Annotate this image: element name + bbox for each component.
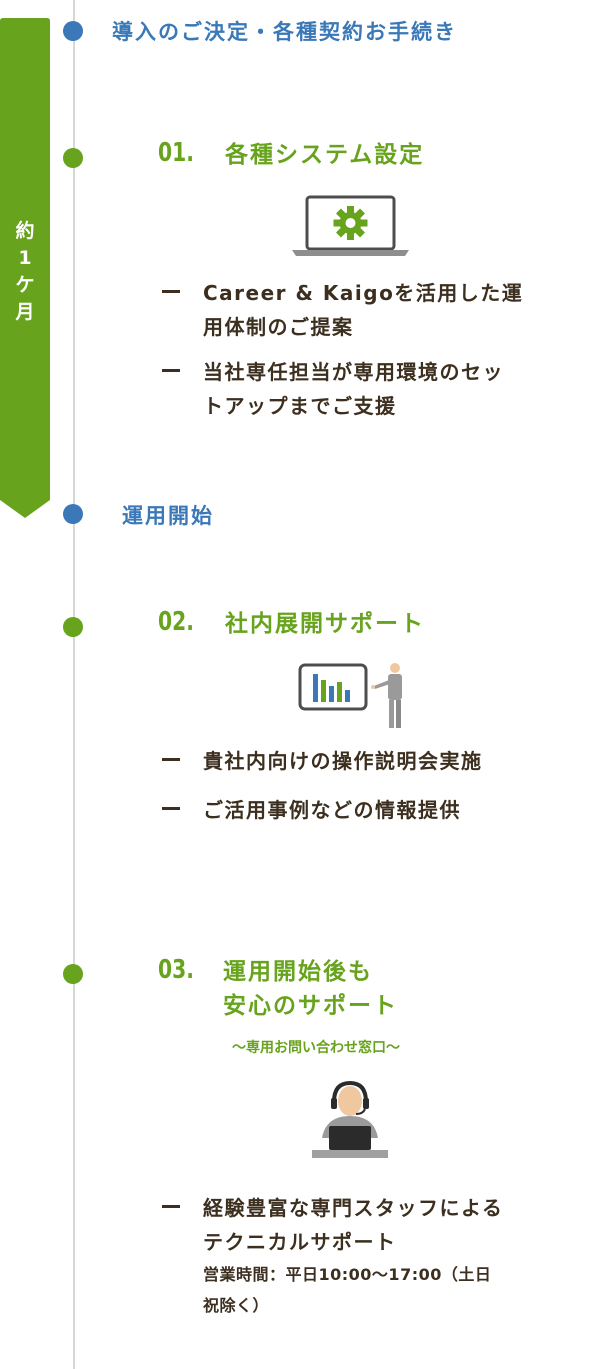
bullet-text: 用体制のご提案	[203, 315, 354, 339]
step-title-line: 安心のサポート	[223, 993, 398, 1019]
business-hours-note: 祝除く）	[203, 1296, 270, 1315]
step-title-line: 運用開始後も	[223, 959, 373, 985]
bullet-item: Career & Kaigoを活用した運 用体制のご提案	[162, 276, 562, 344]
dash-icon	[162, 758, 180, 761]
timeline-line	[73, 0, 75, 1369]
bullet-item: 当社専任担当が専用環境のセッ トアップまでご支援	[162, 355, 562, 423]
step-title: 運用開始後も 安心のサポート	[223, 955, 398, 1023]
presentation-icon	[298, 662, 408, 736]
step-subtitle: 〜専用お問い合わせ窓口〜	[232, 1040, 400, 1056]
milestone-dot	[63, 504, 83, 524]
milestone-dot	[63, 21, 83, 41]
laptop-gear-icon	[292, 195, 409, 262]
dash-icon	[162, 369, 180, 372]
period-label: 約 1 ケ 月	[0, 218, 50, 326]
milestone-operation-start: 運用開始	[122, 504, 214, 528]
step-number: 03.	[158, 955, 194, 985]
period-char: ケ	[15, 274, 35, 296]
step-dot	[63, 148, 83, 168]
step-dot	[63, 964, 83, 984]
dash-icon	[162, 1205, 180, 1208]
bullet-text: トアップまでご支援	[203, 394, 397, 418]
bullet-item: ご活用事例などの情報提供	[162, 793, 562, 827]
period-char: 1	[18, 247, 32, 269]
bullet-item: 経験豊富な専門スタッフによる テクニカルサポート 営業時間：平日10:00〜17…	[162, 1191, 562, 1321]
step-title: 社内展開サポート	[225, 611, 425, 637]
support-operator-icon	[312, 1080, 388, 1164]
step-number: 01.	[158, 138, 194, 168]
bullet-item: 貴社内向けの操作説明会実施	[162, 744, 562, 778]
period-char: 約	[15, 220, 35, 242]
period-char: 月	[15, 301, 35, 323]
step-dot	[63, 617, 83, 637]
business-hours-note: 営業時間：平日10:00〜17:00（土日	[203, 1265, 492, 1284]
bullet-text: ご活用事例などの情報提供	[203, 798, 461, 822]
bullet-text: Career & Kaigoを活用した運	[203, 281, 524, 305]
bullet-text: テクニカルサポート	[203, 1230, 397, 1254]
step-number: 02.	[158, 607, 194, 637]
milestone-contract: 導入のご決定・各種契約お手続き	[112, 20, 457, 44]
bullet-text: 当社専任担当が専用環境のセッ	[203, 360, 504, 384]
dash-icon	[162, 290, 180, 293]
dash-icon	[162, 807, 180, 810]
bullet-text: 経験豊富な専門スタッフによる	[203, 1196, 504, 1220]
step-title: 各種システム設定	[225, 142, 425, 168]
bullet-text: 貴社内向けの操作説明会実施	[203, 749, 483, 773]
